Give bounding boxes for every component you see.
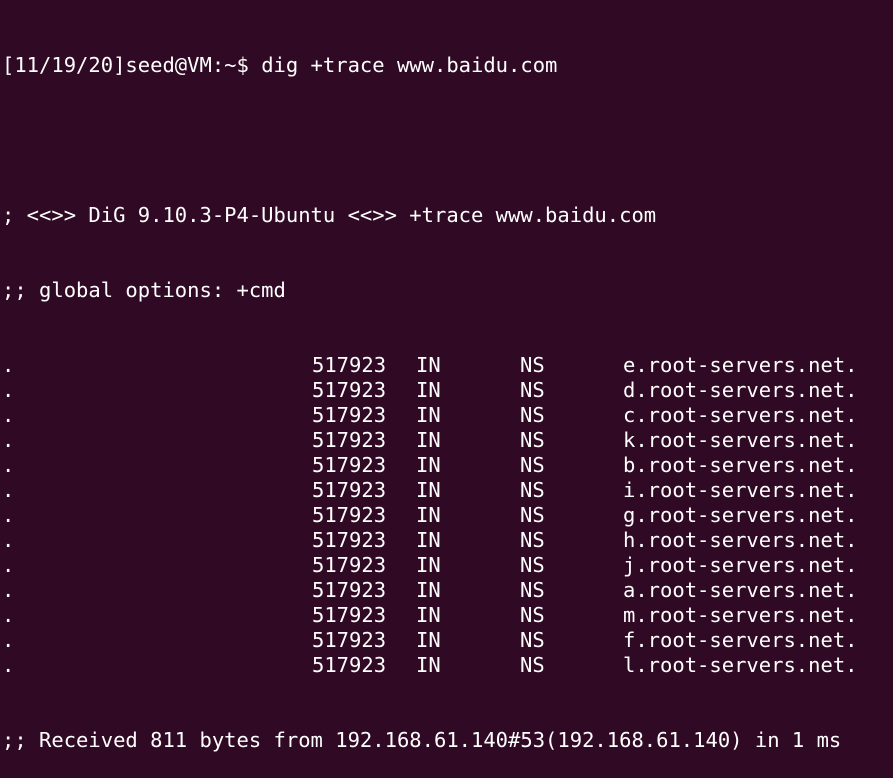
- record-ttl: 517923: [312, 553, 387, 577]
- record-class: IN: [416, 553, 441, 577]
- record-data: a.root-servers.net.: [623, 578, 858, 602]
- record-type: NS: [520, 453, 545, 477]
- record-name: .: [2, 403, 15, 427]
- dig-header: ; <<>> DiG 9.10.3-P4-Ubuntu <<>> +trace …: [2, 203, 657, 227]
- record-name: .: [2, 353, 15, 377]
- record-ttl: 517923: [312, 428, 387, 452]
- record-name: .: [2, 528, 15, 552]
- record-type: NS: [520, 353, 545, 377]
- ns-records: . 517923 IN NS e.root-servers.net.. 517923 IN N…: [2, 353, 893, 678]
- record-data: j.root-servers.net.: [623, 553, 858, 577]
- record-ttl: 517923: [312, 628, 387, 652]
- record-type: NS: [520, 428, 545, 452]
- record-class: IN: [416, 403, 441, 427]
- record-ttl: 517923: [312, 578, 387, 602]
- record-ttl: 517923: [312, 653, 387, 677]
- record-name: .: [2, 478, 15, 502]
- record-data: k.root-servers.net.: [623, 428, 858, 452]
- record-type: NS: [520, 528, 545, 552]
- record-row: . 517923 IN NS b.root-servers.net.: [2, 453, 893, 478]
- record-type: NS: [520, 653, 545, 677]
- record-type: NS: [520, 503, 545, 527]
- record-class: IN: [416, 653, 441, 677]
- record-class: IN: [416, 503, 441, 527]
- record-class: IN: [416, 428, 441, 452]
- record-data: h.root-servers.net.: [623, 528, 858, 552]
- record-row: . 517923 IN NS j.root-servers.net.: [2, 553, 893, 578]
- received-summary: ;; Received 811 bytes from 192.168.61.14…: [2, 728, 842, 752]
- record-name: .: [2, 653, 15, 677]
- record-type: NS: [520, 553, 545, 577]
- record-type: NS: [520, 403, 545, 427]
- record-data: d.root-servers.net.: [623, 378, 858, 402]
- record-row: . 517923 IN NS e.root-servers.net.: [2, 353, 893, 378]
- record-name: .: [2, 603, 15, 627]
- global-options: ;; global options: +cmd: [2, 278, 286, 302]
- record-data: c.root-servers.net.: [623, 403, 858, 427]
- record-class: IN: [416, 453, 441, 477]
- record-name: .: [2, 578, 15, 602]
- record-ttl: 517923: [312, 378, 387, 402]
- record-data: l.root-servers.net.: [623, 653, 858, 677]
- command-text: dig +trace www.baidu.com: [261, 53, 558, 77]
- record-data: f.root-servers.net.: [623, 628, 858, 652]
- record-class: IN: [416, 378, 441, 402]
- record-row: . 517923 IN NS c.root-servers.net.: [2, 403, 893, 428]
- record-name: .: [2, 428, 15, 452]
- record-data: i.root-servers.net.: [623, 478, 858, 502]
- record-name: .: [2, 553, 15, 577]
- record-row: . 517923 IN NS d.root-servers.net.: [2, 378, 893, 403]
- record-class: IN: [416, 478, 441, 502]
- record-ttl: 517923: [312, 603, 387, 627]
- record-ttl: 517923: [312, 503, 387, 527]
- record-data: e.root-servers.net.: [623, 353, 858, 377]
- record-name: .: [2, 503, 15, 527]
- record-class: IN: [416, 628, 441, 652]
- record-name: .: [2, 628, 15, 652]
- command-line: [11/19/20]seed@VM:~$ dig +trace www.baid…: [2, 53, 893, 78]
- record-row: . 517923 IN NS g.root-servers.net.: [2, 503, 893, 528]
- record-type: NS: [520, 603, 545, 627]
- record-row: . 517923 IN NS l.root-servers.net.: [2, 653, 893, 678]
- record-row: . 517923 IN NS m.root-servers.net.: [2, 603, 893, 628]
- record-type: NS: [520, 628, 545, 652]
- terminal-window[interactable]: [11/19/20]seed@VM:~$ dig +trace www.baid…: [0, 0, 893, 752]
- record-ttl: 517923: [312, 353, 387, 377]
- record-type: NS: [520, 478, 545, 502]
- record-class: IN: [416, 578, 441, 602]
- record-name: .: [2, 453, 15, 477]
- record-type: NS: [520, 578, 545, 602]
- record-data: b.root-servers.net.: [623, 453, 858, 477]
- record-data: g.root-servers.net.: [623, 503, 858, 527]
- record-ttl: 517923: [312, 478, 387, 502]
- record-class: IN: [416, 528, 441, 552]
- record-name: .: [2, 378, 15, 402]
- record-ttl: 517923: [312, 453, 387, 477]
- record-row: . 517923 IN NS i.root-servers.net.: [2, 478, 893, 503]
- record-ttl: 517923: [312, 403, 387, 427]
- record-ttl: 517923: [312, 528, 387, 552]
- record-row: . 517923 IN NS a.root-servers.net.: [2, 578, 893, 603]
- record-row: . 517923 IN NS k.root-servers.net.: [2, 428, 893, 453]
- record-row: . 517923 IN NS h.root-servers.net.: [2, 528, 893, 553]
- record-class: IN: [416, 353, 441, 377]
- record-class: IN: [416, 603, 441, 627]
- record-row: . 517923 IN NS f.root-servers.net.: [2, 628, 893, 653]
- shell-prompt: [11/19/20]seed@VM:~$: [2, 53, 262, 77]
- record-data: m.root-servers.net.: [623, 603, 858, 627]
- record-type: NS: [520, 378, 545, 402]
